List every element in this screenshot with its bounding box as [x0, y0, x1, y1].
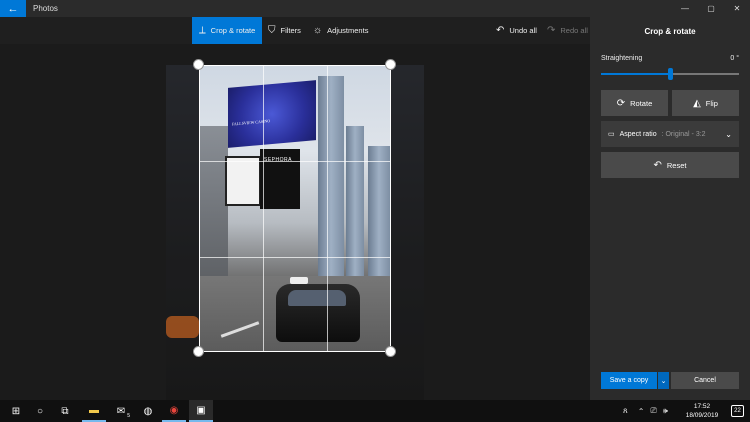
rotate-icon: ⟳ — [616, 97, 626, 109]
taskbar: ⊞ ○ ⧉ ▬ ✉ 5 ◍ ◉ ▣ ጸ ⌃ ⎚ 🕪 17:52 18/09/20… — [0, 400, 750, 422]
back-arrow-icon: ← — [7, 2, 19, 15]
aspect-ratio-icon: ▭ — [608, 131, 615, 138]
tab-adjustments-label: Adjustments — [327, 26, 369, 35]
photo-tower — [318, 76, 344, 276]
crop-icon: ⟂ — [199, 25, 206, 36]
crop-grid-line — [200, 161, 390, 162]
aspect-ratio-label: Aspect ratio — [619, 130, 657, 138]
crop-region[interactable]: FALLSVIEW CASINO SEPHORA — [199, 65, 391, 352]
photo-taxi — [276, 284, 360, 342]
rotate-button[interactable]: ⟳ Rotate — [601, 90, 668, 116]
crop-handle-top-left[interactable] — [193, 59, 204, 70]
reset-button[interactable]: ↶ Reset — [601, 152, 739, 178]
search-button[interactable]: ○ — [28, 400, 52, 422]
undo-all-label: Undo all — [509, 26, 537, 35]
sun-icon: ☼ — [313, 25, 323, 36]
save-options-button[interactable]: ⌄ — [657, 372, 669, 389]
redo-all-button[interactable]: ↷ Redo all — [547, 17, 588, 44]
crop-rotate-panel: Crop & rotate Straightening 0 ° ⟳ Rotate… — [590, 17, 750, 400]
rotate-label: Rotate — [630, 98, 653, 108]
straightening-slider-fill — [601, 73, 670, 75]
photo-taxi-sign — [290, 277, 308, 284]
flip-button[interactable]: ◭ Flip — [672, 90, 739, 116]
clock[interactable]: 17:52 18/09/2019 — [682, 402, 722, 420]
flip-icon: ◭ — [693, 97, 701, 109]
crop-grid-line — [200, 257, 390, 258]
maximize-icon[interactable]: ▢ — [698, 0, 724, 17]
start-button[interactable]: ⊞ — [4, 400, 28, 422]
undo-all-button[interactable]: ↶ Undo all — [496, 17, 537, 44]
sephora-text: SEPHORA — [264, 157, 292, 163]
task-view-icon: ⧉ — [61, 405, 69, 417]
clock-date: 18/09/2019 — [685, 412, 719, 419]
title-bar: ← Photos — ▢ ✕ — [0, 0, 750, 17]
chevron-down-icon: ⌄ — [660, 377, 667, 385]
taskbar-mail[interactable]: ✉ 5 — [109, 400, 133, 422]
tab-filters[interactable]: ⛉ Filters — [268, 17, 301, 44]
reset-icon: ↶ — [653, 159, 662, 171]
crop-handle-bottom-left[interactable] — [193, 346, 204, 357]
taskbar-photos[interactable]: ▣ — [189, 400, 213, 422]
filters-icon: ⛉ — [268, 25, 276, 36]
straightening-slider-thumb[interactable] — [668, 68, 673, 80]
photo-car-left — [166, 316, 199, 338]
reset-label: Reset — [666, 160, 687, 170]
aspect-ratio-dropdown[interactable]: ▭ Aspect ratio : Original - 3:2 ⌄ — [601, 121, 739, 147]
straightening-value: 0 ° — [730, 55, 739, 62]
people-icon[interactable]: ጸ — [623, 406, 628, 416]
taskbar-file-explorer[interactable]: ▬ — [82, 400, 106, 422]
chevron-up-icon[interactable]: ⌃ — [638, 407, 645, 416]
windows-icon: ⊞ — [11, 405, 21, 417]
cancel-button[interactable]: Cancel — [671, 372, 739, 389]
redo-icon: ↷ — [547, 25, 556, 36]
system-tray: ጸ ⌃ ⎚ 🕪 — [623, 400, 668, 422]
save-copy-button[interactable]: Save a copy — [601, 372, 657, 389]
photo-billboard: FALLSVIEW CASINO — [228, 80, 316, 148]
undo-icon: ↶ — [496, 25, 505, 36]
crop-grid-line — [263, 66, 264, 351]
panel-title: Crop & rotate — [644, 27, 696, 36]
redo-all-label: Redo all — [560, 26, 588, 35]
chevron-down-icon: ⌄ — [725, 129, 732, 139]
photo-sign — [225, 156, 261, 206]
folder-icon: ▬ — [89, 404, 99, 416]
mail-icon: ✉ — [116, 405, 126, 417]
photo-building-left — [200, 126, 228, 286]
chrome-icon: ◉ — [169, 404, 179, 416]
tab-adjustments[interactable]: ☼ Adjustments — [313, 17, 368, 44]
edit-toolbar: ⟂ Crop & rotate ⛉ Filters ☼ Adjustments … — [0, 17, 590, 44]
straightening-label: Straightening — [601, 55, 643, 62]
crop-handle-top-right[interactable] — [385, 59, 396, 70]
task-view-button[interactable]: ⧉ — [53, 400, 77, 422]
app-icon: ◍ — [143, 405, 153, 417]
aspect-ratio-value: : Original - 3:2 — [661, 130, 706, 138]
flip-label: Flip — [705, 98, 718, 108]
notification-button[interactable]: 22 — [731, 405, 744, 417]
network-icon[interactable]: ⎚ — [650, 406, 656, 416]
back-button[interactable]: ← — [0, 0, 26, 17]
cortana-icon: ○ — [36, 405, 44, 417]
taskbar-app[interactable]: ◍ — [136, 400, 160, 422]
photos-icon: ▣ — [196, 404, 206, 416]
app-title: Photos — [33, 4, 58, 13]
minimize-icon[interactable]: — — [672, 0, 698, 17]
billboard-text: FALLSVIEW CASINO — [232, 118, 271, 127]
close-icon[interactable]: ✕ — [724, 0, 750, 17]
photo-canvas: FALLSVIEW CASINO SEPHORA — [0, 44, 590, 400]
crop-handle-bottom-right[interactable] — [385, 346, 396, 357]
tab-filters-label: Filters — [280, 26, 301, 35]
taskbar-chrome[interactable]: ◉ — [162, 400, 186, 422]
photo-sephora-billboard: SEPHORA — [260, 149, 300, 209]
notification-count: 22 — [734, 408, 741, 414]
mail-badge: 5 — [127, 413, 130, 419]
window-controls: — ▢ ✕ — [672, 0, 750, 17]
volume-icon[interactable]: 🕪 — [663, 406, 668, 416]
photo-taxi-window — [288, 290, 346, 306]
photo-tower — [346, 126, 364, 276]
crop-grid-line — [327, 66, 328, 351]
tab-crop-rotate-label: Crop & rotate — [210, 26, 256, 35]
clock-time: 17:52 — [693, 403, 711, 410]
tab-crop-rotate[interactable]: ⟂ Crop & rotate — [192, 17, 263, 44]
